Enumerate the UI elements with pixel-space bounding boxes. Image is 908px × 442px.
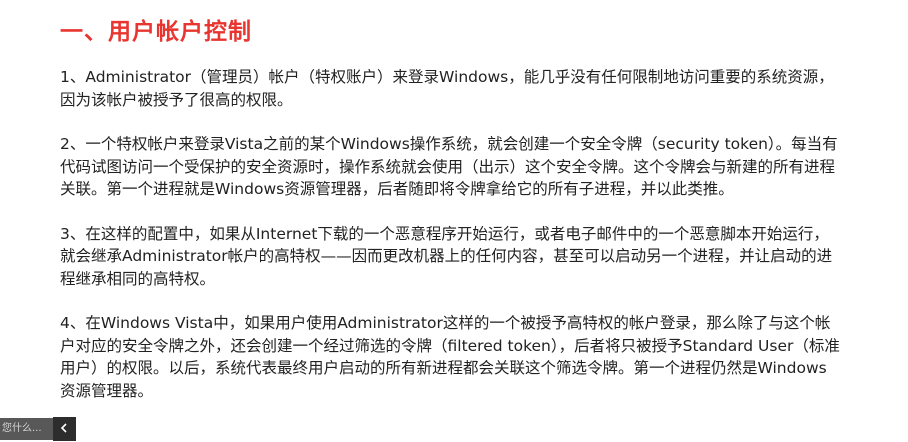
chevron-left-icon: [59, 421, 69, 437]
overlay-caption: 您什么...: [0, 418, 53, 440]
slide-title: 一、用户帐户控制: [60, 19, 252, 45]
paragraph-4: 4、在Windows Vista中，如果用户使用Administrator这样的…: [60, 314, 840, 400]
paragraph-1: 1、Administrator（管理员）帐户（特权账户）来登录Windows，能…: [60, 68, 834, 109]
slide-page: 一、用户帐户控制 1、Administrator（管理员）帐户（特权账户）来登录…: [0, 0, 908, 442]
collapse-button[interactable]: [52, 417, 76, 441]
paragraph-2: 2、一个特权帐户来登录Vista之前的某个Windows操作系统，就会创建一个安…: [60, 135, 838, 198]
bottom-overlay-bar: 您什么...: [0, 416, 76, 442]
slide-content: 1、Administrator（管理员）帐户（特权账户）来登录Windows，能…: [60, 66, 840, 424]
paragraph-3: 3、在这样的配置中，如果从Internet下载的一个恶意程序开始运行，或者电子邮…: [60, 224, 833, 288]
